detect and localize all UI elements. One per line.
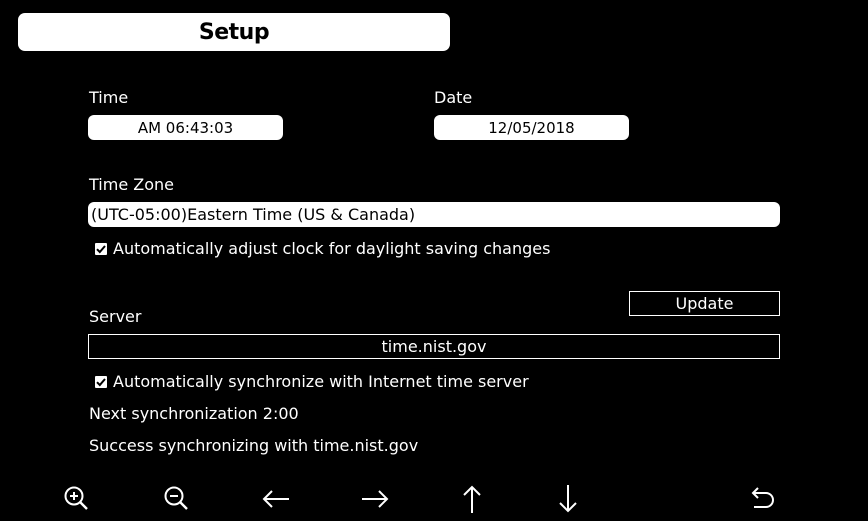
sync-checkbox[interactable]	[95, 375, 107, 388]
sync-status-text: Success synchronizing with time.nist.gov	[89, 436, 419, 455]
arrow-up-icon[interactable]	[455, 482, 489, 516]
next-sync-text: Next synchronization 2:00	[89, 404, 299, 423]
date-label: Date	[434, 88, 473, 107]
checkmark-icon	[96, 377, 106, 386]
server-input[interactable]: time.nist.gov	[88, 334, 780, 359]
server-label: Server	[89, 307, 142, 326]
time-field[interactable]: AM 06:43:03	[88, 115, 283, 140]
timezone-label: Time Zone	[89, 175, 174, 194]
timezone-select[interactable]: (UTC-05:00)Eastern Time (US & Canada)	[88, 202, 780, 227]
zoom-out-icon[interactable]	[160, 482, 194, 516]
date-field[interactable]: 12/05/2018	[434, 115, 629, 140]
dst-checkbox-label: Automatically adjust clock for daylight …	[113, 239, 551, 258]
arrow-down-icon[interactable]	[551, 482, 585, 516]
page-title: Setup	[18, 13, 450, 51]
arrow-left-icon[interactable]	[259, 482, 293, 516]
zoom-in-icon[interactable]	[60, 482, 94, 516]
back-icon[interactable]	[745, 482, 779, 516]
time-label: Time	[89, 88, 129, 107]
checkmark-icon	[96, 244, 106, 253]
dst-checkbox[interactable]	[95, 242, 107, 255]
update-button[interactable]: Update	[629, 291, 780, 316]
sync-option[interactable]: Automatically synchronize with Internet …	[95, 372, 529, 391]
arrow-right-icon[interactable]	[358, 482, 392, 516]
dst-option[interactable]: Automatically adjust clock for daylight …	[95, 239, 550, 258]
sync-checkbox-label: Automatically synchronize with Internet …	[113, 372, 529, 391]
